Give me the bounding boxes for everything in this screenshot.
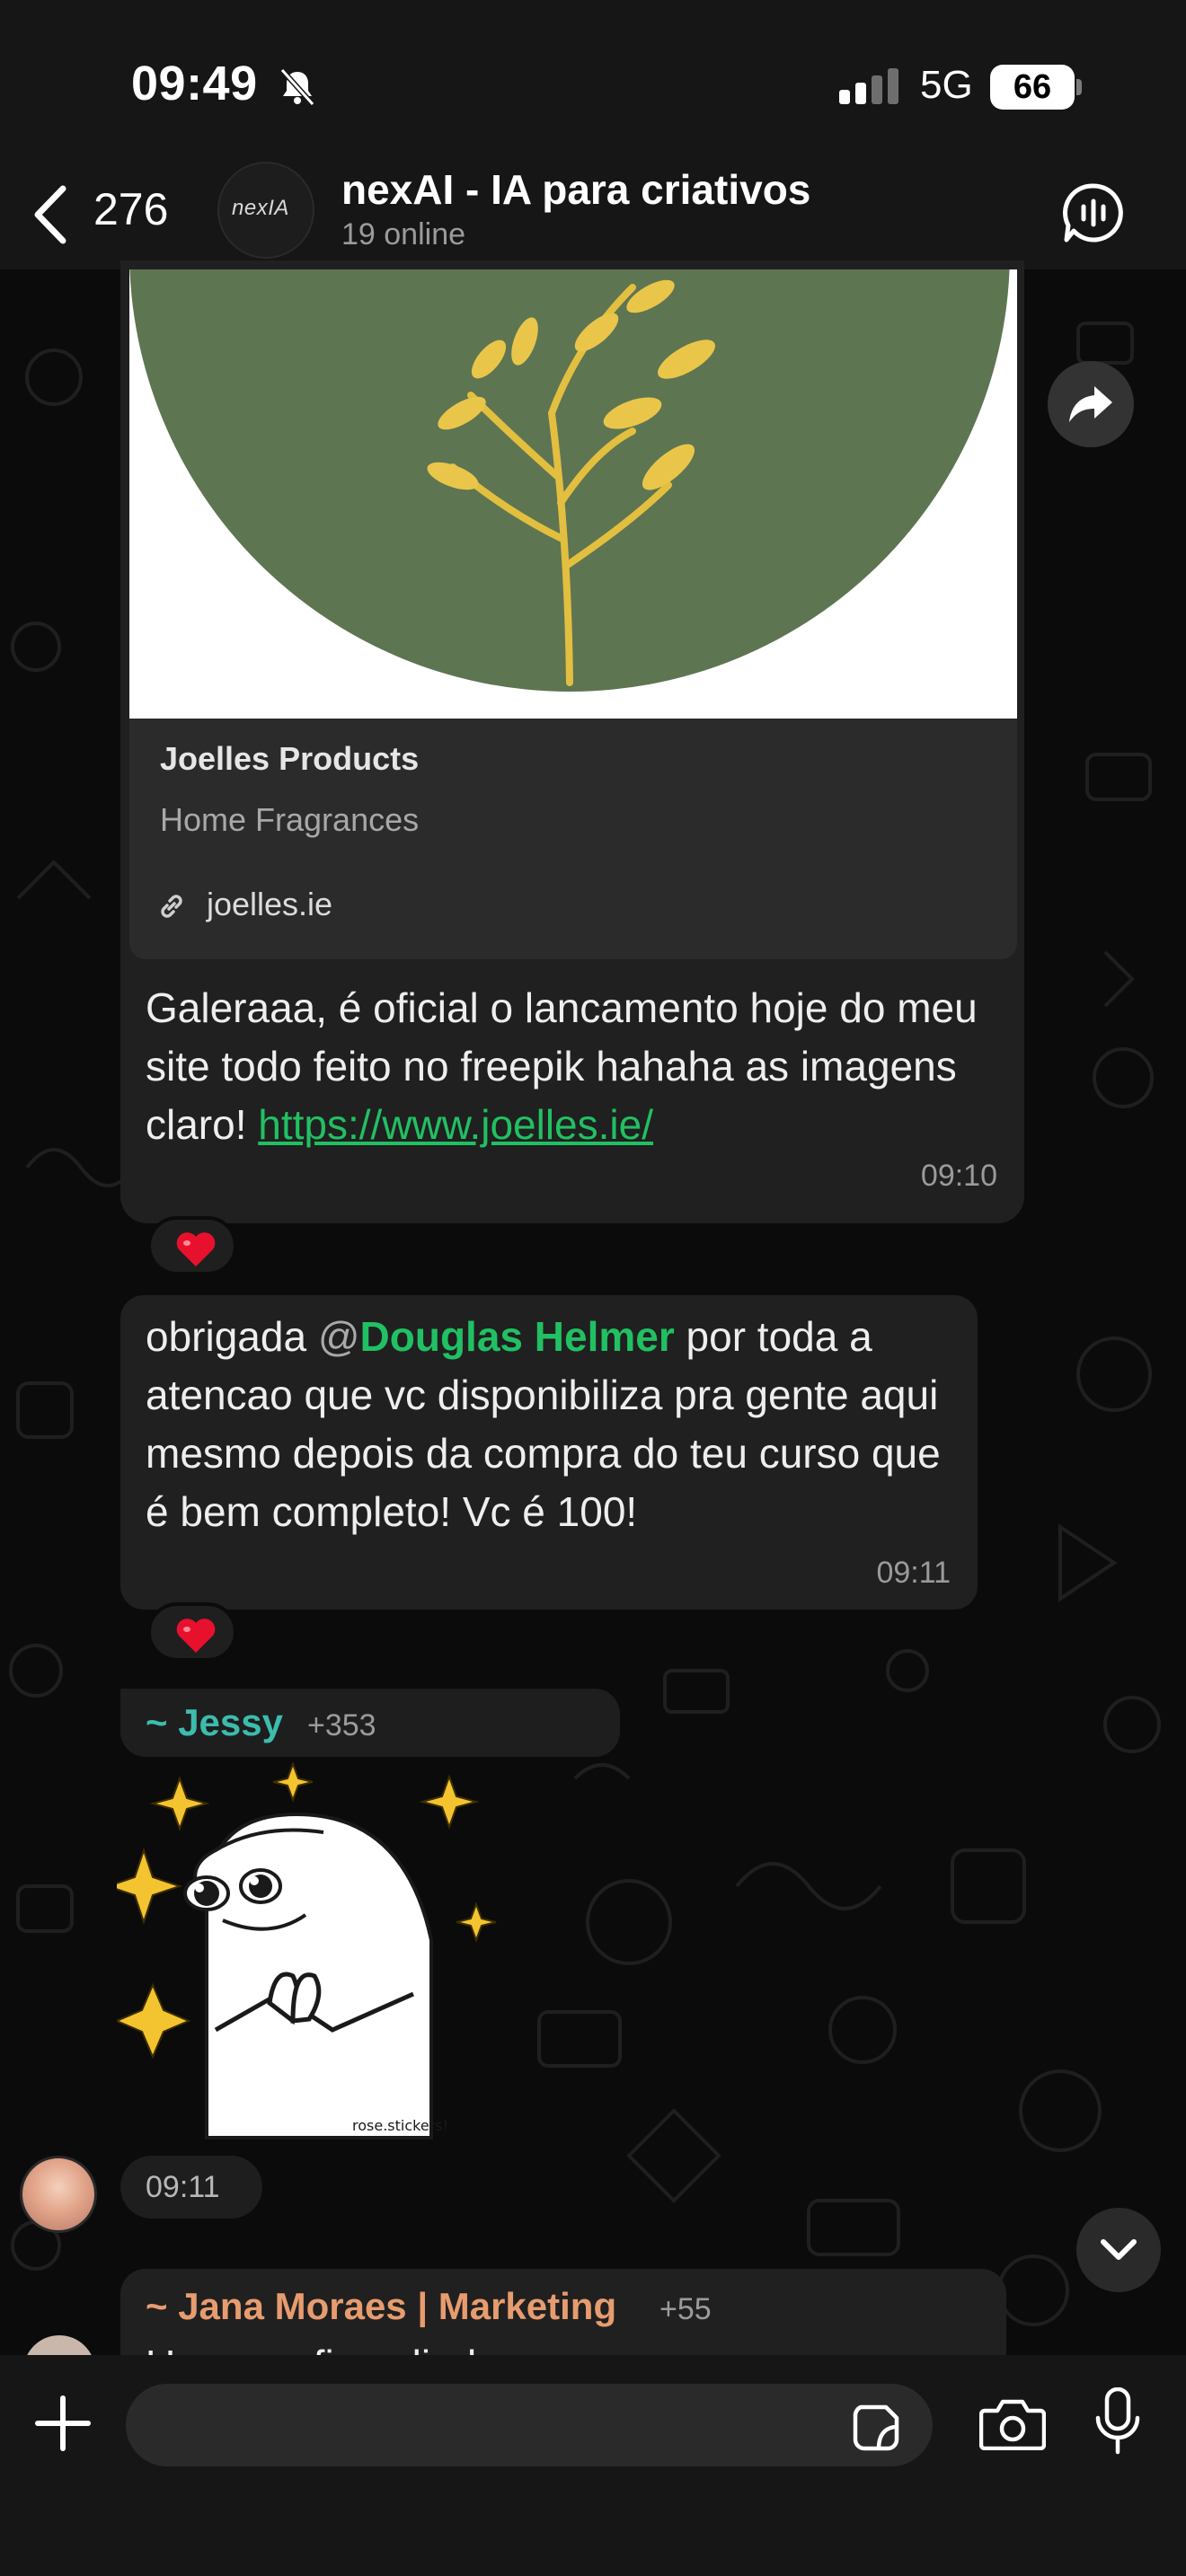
sender-phone-prefix: +353	[307, 1708, 376, 1742]
sticker-image[interactable]: rose.stickers!	[104, 1760, 503, 2147]
message-text-body: obrigada	[146, 1313, 318, 1360]
group-title[interactable]: nexAI - IA para criativos	[341, 165, 810, 214]
heart-icon	[176, 1232, 216, 1266]
group-online-count: 19 online	[341, 217, 466, 251]
forward-arrow-icon	[1069, 386, 1112, 422]
message-bubble-link-preview[interactable]: Joelles Products Home Fragrances joelles…	[120, 260, 1024, 1223]
message-input[interactable]	[126, 2384, 933, 2466]
sender-header-jessy[interactable]: ~ Jessy +353	[120, 1689, 620, 1757]
sticker-time-pill: 09:11	[120, 2156, 262, 2219]
unread-count[interactable]: 276	[93, 183, 168, 235]
sticker-caption: rose.stickers!	[352, 2117, 448, 2134]
sender-name[interactable]: ~ Jana Moraes | Marketing	[146, 2285, 616, 2328]
link-icon	[161, 895, 182, 918]
chevron-down-icon	[1101, 2239, 1137, 2260]
message-bubble-thanks[interactable]: obrigada @Douglas Helmer por toda a aten…	[120, 1295, 978, 1610]
reaction-badge[interactable]	[147, 1216, 237, 1275]
mention-at: @	[317, 1313, 360, 1360]
scroll-to-bottom-button[interactable]	[1076, 2208, 1161, 2292]
message-composer	[0, 2355, 1186, 2576]
message-time: 09:11	[146, 2170, 220, 2204]
avatar-jessy[interactable]	[20, 2156, 97, 2233]
chevron-left-icon[interactable]	[32, 185, 68, 244]
heart-icon	[176, 1619, 216, 1653]
mention-douglas[interactable]: Douglas Helmer	[360, 1313, 675, 1360]
plus-icon[interactable]	[34, 2395, 92, 2452]
chat-header: 276 nexIA nexAI - IA para criativos 19 o…	[0, 162, 1186, 269]
battery-level: 66	[990, 65, 1075, 110]
link-preview-title: Joelles Products	[160, 740, 420, 777]
message-time: 09:11	[876, 1556, 951, 1590]
status-time: 09:49	[131, 57, 258, 110]
message-text: obrigada @Douglas Helmer por toda a aten…	[146, 1308, 972, 1541]
group-avatar[interactable]: nexIA	[217, 162, 314, 259]
olive-branch-logo	[129, 269, 1017, 719]
message-link[interactable]: https://www.joelles.ie/	[258, 1101, 653, 1148]
sender-name[interactable]: ~ Jessy	[146, 1701, 283, 1744]
camera-icon[interactable]	[979, 2398, 1046, 2450]
status-bar: 09:49 5G 66	[0, 0, 1186, 162]
network-type: 5G	[920, 63, 973, 107]
link-preview-image[interactable]	[129, 269, 1017, 719]
link-preview-domain: joelles.ie	[207, 886, 333, 922]
microphone-icon[interactable]	[1094, 2387, 1141, 2456]
flork-sticker: rose.stickers!	[104, 1761, 497, 2139]
voice-chat-icon[interactable]	[1062, 181, 1125, 244]
link-preview-card[interactable]: Joelles Products Home Fragrances joelles…	[129, 719, 1017, 959]
battery-nub	[1076, 79, 1082, 95]
forward-button[interactable]	[1048, 361, 1134, 447]
group-avatar-logo: nexIA	[232, 196, 289, 220]
message-text: Galeraaa, é oficial o lancamento hoje do…	[146, 979, 1008, 1154]
bell-muted-icon	[279, 67, 315, 107]
sticker-icon[interactable]	[852, 2404, 900, 2452]
link-preview-description: Home Fragrances	[160, 801, 420, 838]
cellular-signal-icon	[839, 68, 898, 104]
reaction-badge[interactable]	[147, 1602, 237, 1662]
message-time: 09:10	[920, 1159, 997, 1193]
sender-phone-prefix: +55	[659, 2292, 712, 2326]
